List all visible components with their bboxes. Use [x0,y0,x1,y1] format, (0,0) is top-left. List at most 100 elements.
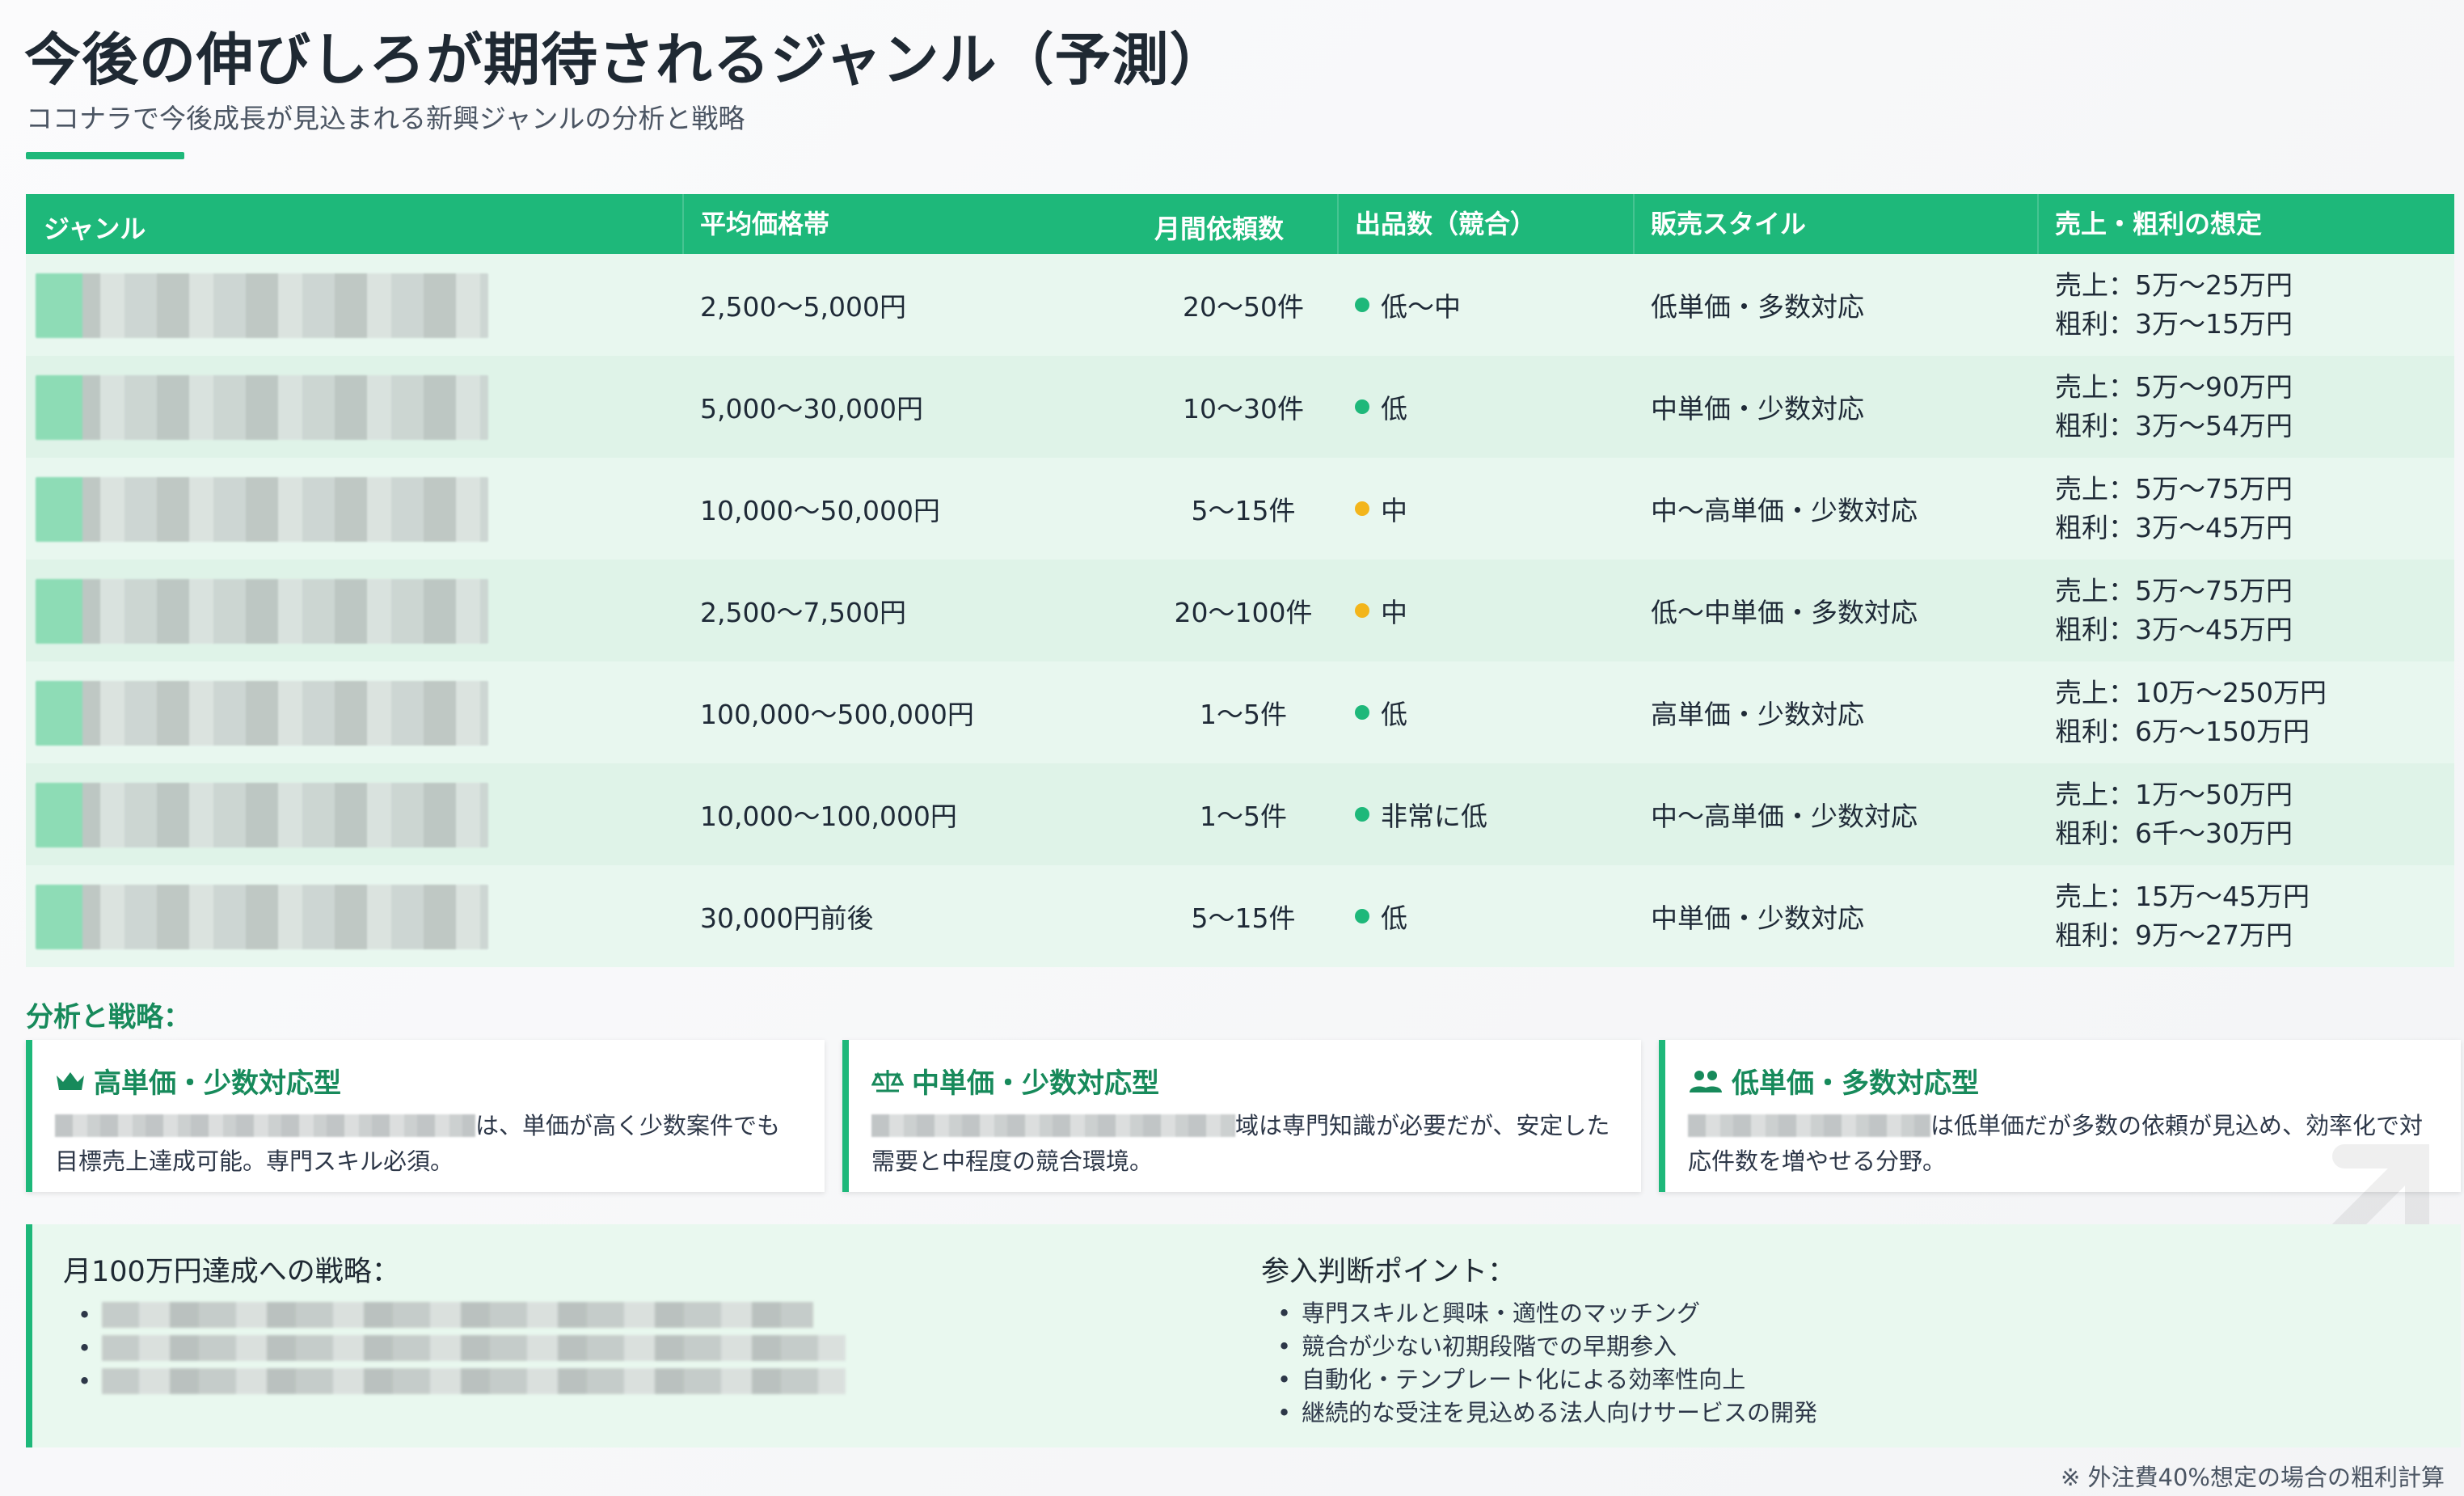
blurred-text [102,1302,813,1328]
price-cell: 10,000〜50,000円 [700,495,940,526]
list-item: 専門スキルと興味・適性のマッチング [1277,1297,1817,1330]
card-high-price: 高単価・少数対応型 は、単価が高く少数案件でも 目標売上達成可能。専門スキル必須… [26,1040,825,1192]
sales-cell: 売上：15万〜45万円 粗利：9万〜27万円 [2055,865,2310,967]
competition-cell: 低 [1355,865,1407,967]
requests-cell: 5〜15件 [1191,495,1296,526]
price-cell: 10,000〜100,000円 [700,801,957,832]
competition-cell: 非常に低 [1355,763,1487,865]
table-body: 2,500〜5,000円 20〜50件 低〜中 低単価・多数対応 売上：5万〜25万円粗… [26,254,2454,967]
header-price: 平均価格帯 [682,194,829,254]
price-cell: 30,000円前後 [700,902,874,934]
genre-cell [26,254,488,356]
requests-cell: 1〜5件 [1200,699,1287,730]
strategy-list [78,1299,846,1398]
table-row: 2,500〜5,000円 20〜50件 低〜中 低単価・多数対応 売上：5万〜25万円粗… [26,254,2454,356]
competition-label: 非常に低 [1381,801,1487,832]
crown-icon [57,1071,84,1090]
style-cell: 中単価・少数対応 [1651,902,1864,934]
competition-cell: 低〜中 [1355,254,1461,356]
card-text-line2: 需要と中程度の競合環境。 [871,1147,1154,1175]
blurred-genre [36,783,488,847]
header-style: 販売スタイル [1633,194,1806,254]
card-text-line2: 目標売上達成可能。専門スキル必須。 [55,1147,454,1175]
status-dot [1355,501,1369,516]
style-cell: 低〜中単価・多数対応 [1651,597,1918,628]
status-dot [1355,705,1369,720]
table-row: 30,000円前後 5〜15件 低 中単価・少数対応 売上：15万〜45万円 粗利：9万〜… [26,865,2454,967]
page-subtitle: ココナラで今後成長が見込まれる新興ジャンルの分析と戦略 [26,103,745,134]
genre-cell [26,560,488,661]
sales-cell: 売上：1万〜50万円 粗利：6千〜30万円 [2055,763,2293,865]
style-cell: 中単価・少数対応 [1651,393,1864,425]
header-competition: 出品数（競合） [1337,194,1536,254]
requests-cell: 5〜15件 [1191,902,1296,934]
competition-cell: 低 [1355,661,1407,763]
genre-table: ジャンル 平均価格帯 月間依頼数 出品数（競合） 販売スタイル 売上・粗利の想定… [26,194,2454,967]
price-cell: 100,000〜500,000円 [700,699,974,730]
style-cell: 低単価・多数対応 [1651,291,1864,323]
blurred-genre [36,579,488,644]
requests-cell: 10〜30件 [1183,393,1304,425]
list-item: 自動化・テンプレート化による効率性向上 [1277,1363,1817,1397]
style-cell: 高単価・少数対応 [1651,699,1864,730]
price-cell: 2,500〜5,000円 [700,291,906,323]
header-sales: 売上・粗利の想定 [2037,194,2262,254]
blurred-genre [36,477,488,542]
list-item: 継続的な受注を見込める法人向けサービスの開発 [1277,1397,1817,1430]
card-title: 高単価・少数対応型 [94,1067,341,1100]
table-row: 100,000〜500,000円 1〜5件 低 高単価・少数対応 売上：10万〜250万… [26,661,2454,763]
list-item [78,1299,846,1332]
card-title: 低単価・多数対応型 [1732,1067,1979,1100]
sales-value: 売上：5万〜75万円 [2055,473,2293,505]
competition-label: 中 [1381,495,1407,526]
competition-label: 中 [1381,597,1407,628]
entry-points-list: 専門スキルと興味・適性のマッチング 競合が少ない初期段階での早期参入 自動化・テ… [1277,1297,1817,1430]
table-row: 2,500〜7,500円 20〜100件 中 低〜中単価・多数対応 売上：5万〜75万円… [26,560,2454,661]
sales-value: 売上：5万〜75万円 [2055,575,2293,606]
sales-cell: 売上：5万〜90万円 粗利：3万〜54万円 [2055,356,2293,458]
profit-value: 粗利：6万〜150万円 [2055,716,2310,747]
competition-cell: 中 [1355,458,1407,560]
blurred-genre [36,273,488,338]
competition-label: 低〜中 [1381,291,1461,323]
table-row: 10,000〜100,000円 1〜5件 非常に低 中〜高単価・少数対応 売上：1万〜5… [26,763,2454,865]
list-item [78,1332,846,1365]
genre-cell [26,865,488,967]
competition-label: 低 [1381,393,1407,425]
genre-cell [26,763,488,865]
list-item: 競合が少ない初期段階での早期参入 [1277,1330,1817,1363]
blurred-text [102,1335,846,1361]
profit-value: 粗利：3万〜45万円 [2055,512,2293,543]
blurred-genre [36,375,488,440]
profit-value: 粗利：6千〜30万円 [2055,818,2293,849]
header-genre: ジャンル [44,213,146,244]
footnote: ※ 外注費40%想定の場合の粗利計算 [2061,1464,2445,1491]
style-cell: 中〜高単価・少数対応 [1651,495,1918,526]
title-underline [26,152,184,159]
card-title: 中単価・少数対応型 [912,1067,1159,1100]
card-mid-price: 中単価・少数対応型 域は専門知識が必要だが、安定した 需要と中程度の競合環境。 [842,1040,1641,1192]
genre-cell [26,661,488,763]
strategy-box: 月100万円達成への戦略： 参入判断ポイント： 専門スキルと興味・適性のマッチン… [26,1224,2461,1447]
profit-value: 粗利：9万〜27万円 [2055,919,2293,951]
blurred-text [1688,1114,1930,1137]
competition-cell: 低 [1355,356,1407,458]
scale-icon [871,1069,904,1092]
price-cell: 2,500〜7,500円 [700,597,906,628]
strategy-title: 月100万円達成への戦略： [63,1256,400,1288]
genre-cell [26,356,488,458]
competition-label: 低 [1381,699,1407,730]
blurred-text [871,1114,1235,1137]
profit-value: 粗利：3万〜15万円 [2055,308,2293,340]
card-text: は、単価が高く少数案件でも [475,1112,781,1139]
analysis-label: 分析と戦略： [26,1001,191,1033]
sales-value: 売上：5万〜25万円 [2055,269,2293,301]
style-cell: 中〜高単価・少数対応 [1651,801,1918,832]
table-header: ジャンル 平均価格帯 月間依頼数 出品数（競合） 販売スタイル 売上・粗利の想定 [26,194,2454,254]
status-dot [1355,909,1369,923]
sales-value: 売上：1万〜50万円 [2055,779,2293,810]
sales-value: 売上：10万〜250万円 [2055,677,2327,708]
competition-label: 低 [1381,902,1407,934]
blurred-genre [36,681,488,746]
blurred-genre [36,885,488,949]
